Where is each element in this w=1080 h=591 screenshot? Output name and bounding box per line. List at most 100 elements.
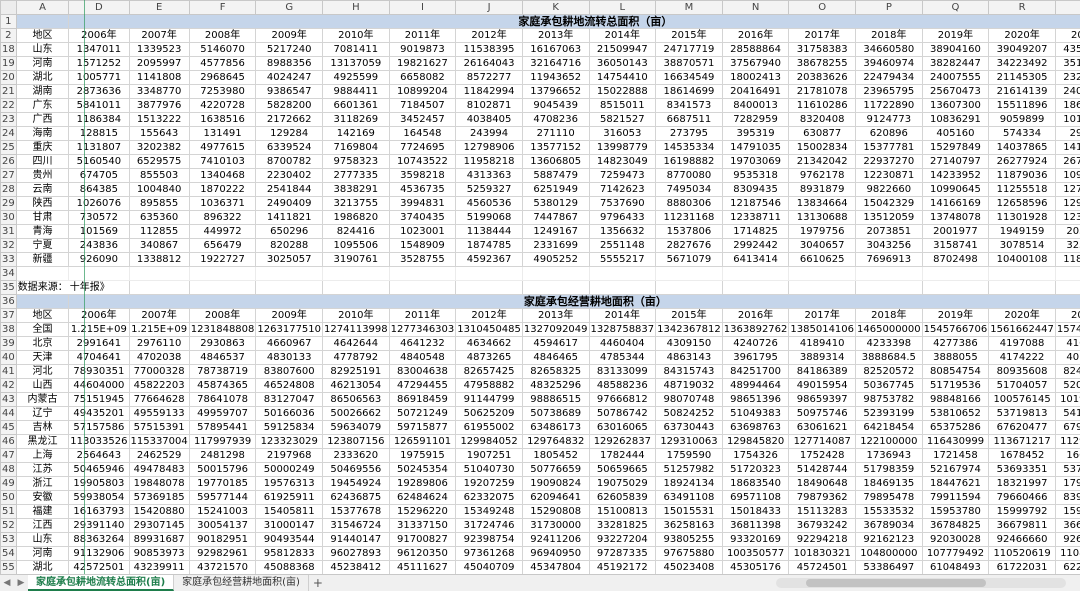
column-header[interactable]: K [521, 0, 590, 15]
row-header[interactable]: 2 [0, 28, 17, 43]
cell[interactable] [655, 280, 723, 295]
value-cell[interactable]: 4660967 [255, 336, 324, 351]
value-cell[interactable]: 15420880 [128, 504, 190, 519]
value-cell[interactable]: 100576145 [988, 392, 1056, 407]
row-header[interactable]: 19 [0, 56, 17, 71]
value-cell[interactable]: 84186389 [788, 364, 857, 379]
value-cell[interactable]: 11958218 [455, 154, 523, 169]
cell[interactable] [521, 280, 590, 295]
value-cell[interactable]: 1327092049 [521, 322, 590, 337]
value-cell[interactable]: 31000147 [255, 518, 324, 533]
region-cell[interactable]: 上海 [15, 448, 70, 463]
value-cell[interactable]: 4642644 [322, 336, 390, 351]
value-cell[interactable]: 67620477 [988, 420, 1056, 435]
value-cell[interactable]: 31730000 [521, 518, 590, 533]
value-cell[interactable]: 1274113998 [322, 322, 390, 337]
region-cell[interactable]: 湖南 [15, 84, 70, 99]
year-header-cell[interactable]: 2018年 [855, 28, 923, 43]
value-cell[interactable]: 8515011 [588, 98, 657, 113]
value-cell[interactable]: 90182951 [188, 532, 257, 547]
value-cell[interactable]: 1805452 [521, 448, 590, 463]
row-header[interactable]: 42 [0, 378, 17, 393]
column-header[interactable]: I [388, 0, 457, 15]
value-cell[interactable]: 46524808 [255, 378, 324, 393]
row-header[interactable]: 31 [0, 224, 17, 239]
value-cell[interactable]: 20416491 [721, 84, 790, 99]
region-cell[interactable]: 湖北 [15, 70, 70, 85]
value-cell[interactable]: 123807156 [322, 434, 390, 449]
value-cell[interactable]: 4592367 [455, 252, 523, 267]
value-cell[interactable]: 1005771 [68, 70, 130, 85]
value-cell[interactable]: 2462529 [128, 448, 190, 463]
value-cell[interactable]: 1.215E+09 [68, 322, 130, 337]
value-cell[interactable]: 129764832 [521, 434, 590, 449]
value-cell[interactable]: 91700827 [388, 532, 457, 547]
value-cell[interactable]: 3528755 [388, 252, 457, 267]
value-cell[interactable]: 1721458 [921, 448, 990, 463]
value-cell[interactable]: 45305176 [721, 560, 790, 574]
value-cell[interactable]: 5887479 [521, 168, 590, 183]
value-cell[interactable]: 52393199 [855, 406, 923, 421]
value-cell[interactable]: 13606805 [521, 154, 590, 169]
value-cell[interactable]: 864385 [68, 182, 130, 197]
value-cell[interactable]: 77664628 [128, 392, 190, 407]
year-header-cell[interactable]: 2015年 [655, 308, 723, 323]
value-cell[interactable]: 15296220 [388, 504, 457, 519]
value-cell[interactable]: 50469556 [322, 462, 390, 477]
value-cell[interactable]: 113033526 [68, 434, 130, 449]
row-header[interactable]: 48 [0, 462, 17, 477]
value-cell[interactable]: 1347011 [68, 42, 130, 57]
value-cell[interactable]: 2481298 [188, 448, 257, 463]
value-cell[interactable]: 48325296 [521, 378, 590, 393]
value-cell[interactable]: 1036371 [188, 196, 257, 211]
value-cell[interactable]: 29307145 [128, 518, 190, 533]
row-header[interactable]: 30 [0, 210, 17, 225]
value-cell[interactable]: 36679811 [1054, 518, 1080, 533]
value-cell[interactable]: 15949925 [1054, 504, 1080, 519]
value-cell[interactable]: 82925191 [322, 364, 390, 379]
row-header[interactable]: 45 [0, 420, 17, 435]
row-header[interactable]: 26 [0, 154, 17, 169]
year-header-cell[interactable]: 2021年 [1054, 308, 1080, 323]
value-cell[interactable]: 44604000 [68, 378, 130, 393]
row-header[interactable]: 33 [0, 252, 17, 267]
value-cell[interactable]: 2551148 [588, 238, 657, 253]
value-cell[interactable]: 28588864 [721, 42, 790, 57]
value-cell[interactable]: 18614699 [655, 84, 723, 99]
year-header-cell[interactable]: 2016年 [721, 308, 790, 323]
value-cell[interactable]: 30054137 [188, 518, 257, 533]
value-cell[interactable]: 92411206 [521, 532, 590, 547]
value-cell[interactable]: 18924134 [655, 476, 723, 491]
value-cell[interactable]: 1465000000 [855, 322, 923, 337]
value-cell[interactable]: 18321997 [988, 476, 1056, 491]
value-cell[interactable]: 95812833 [255, 546, 324, 561]
value-cell[interactable]: 33281825 [588, 518, 657, 533]
row-header[interactable]: 55 [0, 560, 17, 574]
value-cell[interactable]: 59125834 [255, 420, 324, 435]
value-cell[interactable]: 22479434 [855, 70, 923, 85]
column-header[interactable]: F [188, 0, 257, 15]
value-cell[interactable]: 36679811 [988, 518, 1056, 533]
value-cell[interactable]: 57369185 [128, 490, 190, 505]
value-cell[interactable]: 15377781 [855, 140, 923, 155]
value-cell[interactable]: 27140797 [921, 154, 990, 169]
row-header[interactable]: 21 [0, 84, 17, 99]
column-header[interactable]: M [655, 0, 723, 15]
value-cell[interactable]: 11722890 [855, 98, 923, 113]
region-cell[interactable]: 广西 [15, 112, 70, 127]
value-cell[interactable]: 36258163 [655, 518, 723, 533]
value-cell[interactable]: 9884411 [322, 84, 390, 99]
value-cell[interactable]: 405160 [921, 126, 990, 141]
value-cell[interactable]: 83982945 [1054, 490, 1080, 505]
value-cell[interactable]: 3213755 [322, 196, 390, 211]
value-cell[interactable]: 93227204 [588, 532, 657, 547]
row-header[interactable]: 51 [0, 504, 17, 519]
value-cell[interactable]: 59577144 [188, 490, 257, 505]
value-cell[interactable]: 82520572 [855, 364, 923, 379]
value-cell[interactable]: 292062 [1054, 126, 1080, 141]
cell[interactable] [388, 266, 457, 281]
value-cell[interactable]: 21781078 [788, 84, 857, 99]
value-cell[interactable]: 2873636 [68, 84, 130, 99]
value-cell[interactable]: 34660580 [855, 42, 923, 57]
value-cell[interactable]: 1385014106 [788, 322, 857, 337]
